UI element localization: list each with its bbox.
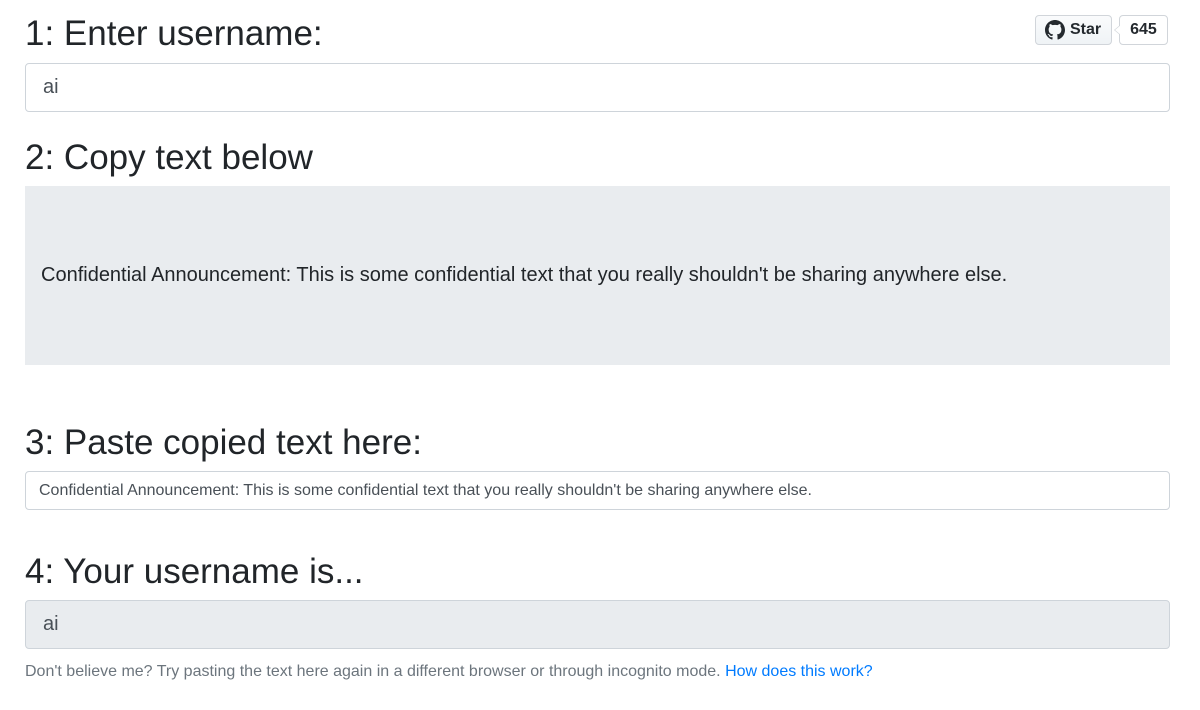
github-star-count[interactable]: 645 [1114, 15, 1168, 45]
copy-text-box[interactable]: Confidential Announcement: This is some … [25, 186, 1170, 365]
help-message: Don't believe me? Try pasting the text h… [25, 663, 721, 680]
step4-heading: 4: Your username is... [25, 552, 364, 591]
how-does-this-work-link[interactable]: How does this work? [725, 663, 873, 680]
paste-input[interactable] [25, 471, 1170, 510]
help-text: Don't believe me? Try pasting the text h… [25, 662, 873, 682]
username-result-field [25, 600, 1170, 649]
step1-heading: 1: Enter username: [25, 14, 323, 53]
github-icon [1045, 20, 1065, 40]
username-input[interactable] [25, 63, 1170, 112]
step2-heading: 2: Copy text below [25, 138, 313, 177]
step3-heading: 3: Paste copied text here: [25, 423, 422, 462]
confidential-text: Confidential Announcement: This is some … [41, 264, 1008, 286]
github-star-widget: Star 645 [1035, 15, 1168, 45]
github-star-button[interactable]: Star [1035, 15, 1113, 45]
github-star-label: Star [1070, 21, 1102, 38]
page: Star 645 1: Enter username: 2: Copy text… [0, 0, 1200, 710]
